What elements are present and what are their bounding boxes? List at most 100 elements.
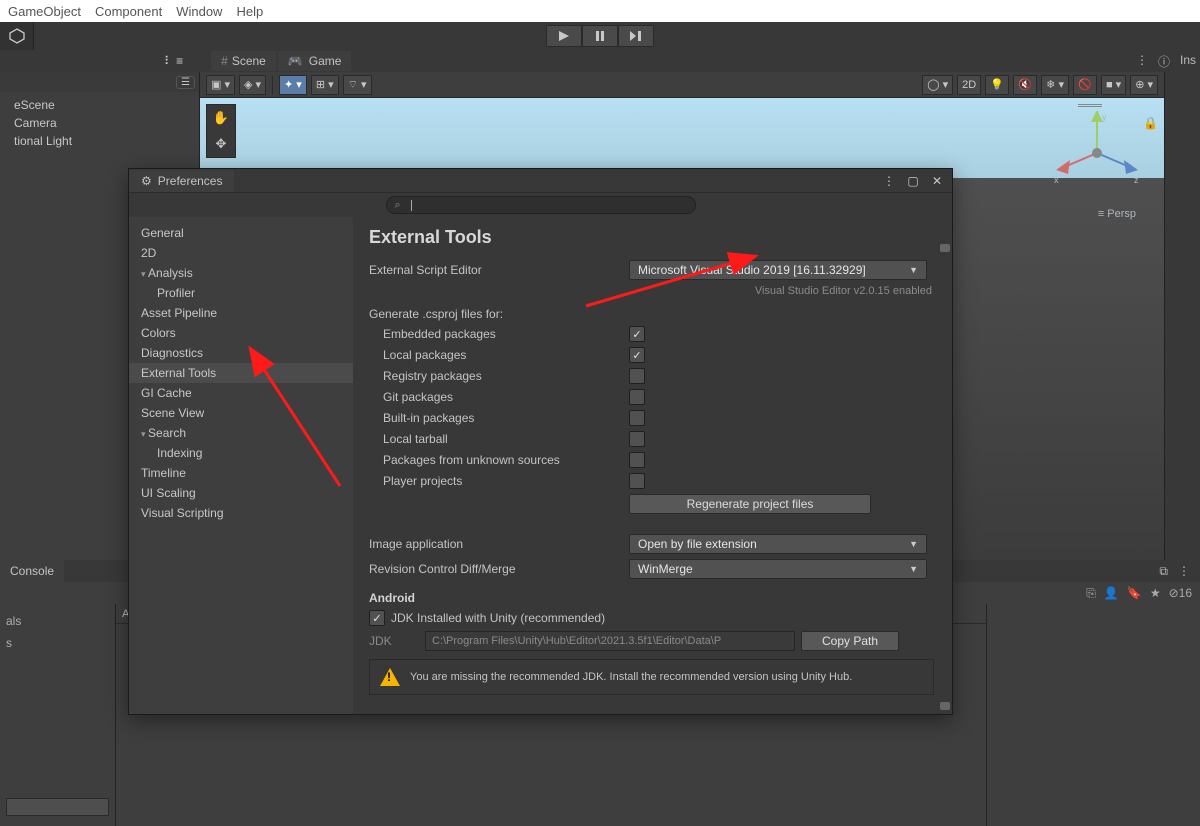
visibility-icon[interactable]: 🚫	[1073, 75, 1097, 95]
list-item[interactable]: s	[6, 636, 109, 650]
csproj-registry-label: Registry packages	[369, 369, 629, 383]
sidebar-item-gi-cache[interactable]: GI Cache	[129, 383, 353, 403]
audio-icon[interactable]: 🔇	[1013, 75, 1037, 95]
external-script-editor-dropdown[interactable]: Microsoft Visual Studio 2019 [16.11.3292…	[629, 260, 927, 280]
step-button[interactable]	[618, 25, 654, 47]
jdk-warning-box: You are missing the recommended JDK. Ins…	[369, 659, 934, 695]
csproj-git-checkbox[interactable]	[629, 389, 645, 405]
sidebar-item-analysis[interactable]: Analysis	[129, 263, 353, 283]
tool-magnet-dropdown[interactable]: ⌔ ▾	[343, 75, 372, 95]
lock-icon[interactable]: 🔒	[1143, 116, 1158, 130]
regenerate-project-files-button[interactable]: Regenerate project files	[629, 494, 871, 514]
menu-window[interactable]: Window	[176, 4, 222, 19]
hand-tool-icon[interactable]: ✋	[207, 105, 235, 131]
sidebar-item-search[interactable]: Search	[129, 423, 353, 443]
hierarchy-item[interactable]: Camera	[6, 114, 193, 132]
pause-button[interactable]	[582, 25, 618, 47]
csproj-local-label: Local packages	[369, 348, 629, 362]
list-item[interactable]: als	[6, 614, 109, 628]
search-pill-icon[interactable]: ☰	[176, 76, 195, 89]
tool-pivot-dropdown[interactable]: ▣ ▾	[206, 75, 235, 95]
sidebar-item-scene-view[interactable]: Scene View	[129, 403, 353, 423]
jdk-path-field[interactable]: C:\Program Files\Unity\Hub\Editor\2021.3…	[425, 631, 795, 651]
csproj-registry-checkbox[interactable]	[629, 368, 645, 384]
sidebar-item-external-tools[interactable]: External Tools	[129, 363, 353, 383]
copy-path-button[interactable]: Copy Path	[801, 631, 899, 651]
sidebar-item-visual-scripting[interactable]: Visual Scripting	[129, 503, 353, 523]
sidebar-item-colors[interactable]: Colors	[129, 323, 353, 343]
scene-toolbar: ▣ ▾ ◈ ▾ ✦ ▾ ⊞ ▾ ⌔ ▾ ◯ ▾ 2D 💡 🔇 ❄ ▾ 🚫 ■ ▾…	[200, 72, 1164, 98]
jdk-installed-checkbox[interactable]	[369, 610, 385, 626]
image-application-dropdown[interactable]: Open by file extension▼	[629, 534, 927, 554]
hierarchy-tab-drag-icon[interactable]: ⠇ ≡	[154, 50, 193, 72]
tool-snap[interactable]: ✦ ▾	[279, 75, 307, 95]
console-bottom-row[interactable]	[6, 798, 109, 816]
scrollbar-thumb[interactable]	[940, 702, 950, 710]
sidebar-item-ui-scaling[interactable]: UI Scaling	[129, 483, 353, 503]
preferences-search[interactable]: ⌕	[386, 196, 696, 214]
csproj-embedded-label: Embedded packages	[369, 327, 629, 341]
more-icon[interactable]: ⋮	[878, 172, 900, 190]
sidebar-item-general[interactable]: General	[129, 223, 353, 243]
preferences-window: ⚙ Preferences ⋮ ▢ ✕ ⌕ General 2D Analysi…	[128, 168, 953, 715]
csproj-local-checkbox[interactable]	[629, 347, 645, 363]
image-application-label: Image application	[369, 537, 629, 551]
grid-icon: #	[221, 54, 226, 68]
chevron-down-icon: ▼	[909, 564, 918, 574]
close-icon[interactable]: ✕	[926, 172, 948, 190]
tab-console[interactable]: Console	[0, 560, 64, 582]
tool-2d-toggle[interactable]: 2D	[957, 75, 981, 95]
sidebar-item-diagnostics[interactable]: Diagnostics	[129, 343, 353, 363]
svg-text:x: x	[1054, 175, 1059, 185]
menu-component[interactable]: Component	[95, 4, 162, 19]
inspector-tab-label[interactable]: Ins	[1180, 53, 1196, 70]
menu-help[interactable]: Help	[236, 4, 263, 19]
sidebar-item-indexing[interactable]: Indexing	[129, 443, 353, 463]
csproj-player-label: Player projects	[369, 474, 629, 488]
preferences-titlebar[interactable]: ⚙ Preferences ⋮ ▢ ✕	[129, 169, 952, 193]
skybox-icon[interactable]: ❄ ▾	[1041, 75, 1069, 95]
jdk-installed-label: JDK Installed with Unity (recommended)	[391, 611, 605, 625]
resize-handle-icon[interactable]	[1078, 104, 1102, 107]
hidden-count-badge[interactable]: ⊘16	[1169, 586, 1192, 600]
orientation-gizmo[interactable]: y x z	[1052, 108, 1142, 198]
console-star-icon[interactable]: ★	[1150, 586, 1161, 600]
tool-grid-dropdown[interactable]: ⊞ ▾	[311, 75, 339, 95]
move-tool-icon[interactable]: ✥	[207, 131, 235, 157]
info-icon[interactable]: ⓘ	[1158, 53, 1170, 70]
more-icon[interactable]: ⋮	[1136, 53, 1148, 70]
sidebar-item-asset-pipeline[interactable]: Asset Pipeline	[129, 303, 353, 323]
csproj-tarball-checkbox[interactable]	[629, 431, 645, 447]
unity-logo-icon[interactable]	[0, 22, 34, 50]
csproj-embedded-checkbox[interactable]	[629, 326, 645, 342]
tab-game[interactable]: 🎮 Game	[278, 51, 352, 71]
projection-label[interactable]: ≡ Persp	[1098, 208, 1136, 220]
menu-gameobject[interactable]: GameObject	[8, 4, 81, 19]
tool-camera-dropdown[interactable]: ◯ ▾	[922, 75, 953, 95]
tab-scene[interactable]: # Scene	[211, 51, 276, 71]
maximize-icon[interactable]: ▢	[902, 172, 924, 190]
dropdown-value: Open by file extension	[638, 537, 757, 551]
revision-control-dropdown[interactable]: WinMerge▼	[629, 559, 927, 579]
light-icon[interactable]: 💡	[985, 75, 1009, 95]
gizmos-dropdown[interactable]: ⊕ ▾	[1130, 75, 1158, 95]
console-user-icon[interactable]: 👤	[1104, 586, 1119, 600]
camera-icon[interactable]: ■ ▾	[1101, 75, 1126, 95]
play-button[interactable]	[546, 25, 582, 47]
main-menu-bar[interactable]: GameObject Component Window Help	[0, 0, 1200, 22]
hierarchy-item[interactable]: eScene	[6, 96, 193, 114]
console-filter-icon[interactable]: ⎘	[1086, 586, 1096, 601]
tool-cube-dropdown[interactable]: ◈ ▾	[239, 75, 266, 95]
csproj-builtin-checkbox[interactable]	[629, 410, 645, 426]
more-icon[interactable]: ⋮	[1178, 564, 1190, 579]
hierarchy-item[interactable]: tional Light	[6, 132, 193, 150]
android-section-header: Android	[369, 591, 934, 605]
sidebar-item-profiler[interactable]: Profiler	[129, 283, 353, 303]
scrollbar-thumb[interactable]	[940, 244, 950, 252]
sidebar-item-2d[interactable]: 2D	[129, 243, 353, 263]
sidebar-item-timeline[interactable]: Timeline	[129, 463, 353, 483]
csproj-player-checkbox[interactable]	[629, 473, 645, 489]
csproj-unknown-checkbox[interactable]	[629, 452, 645, 468]
layout-icon[interactable]: ⧉	[1159, 564, 1168, 579]
console-tag-icon[interactable]: 🔖	[1127, 586, 1142, 600]
